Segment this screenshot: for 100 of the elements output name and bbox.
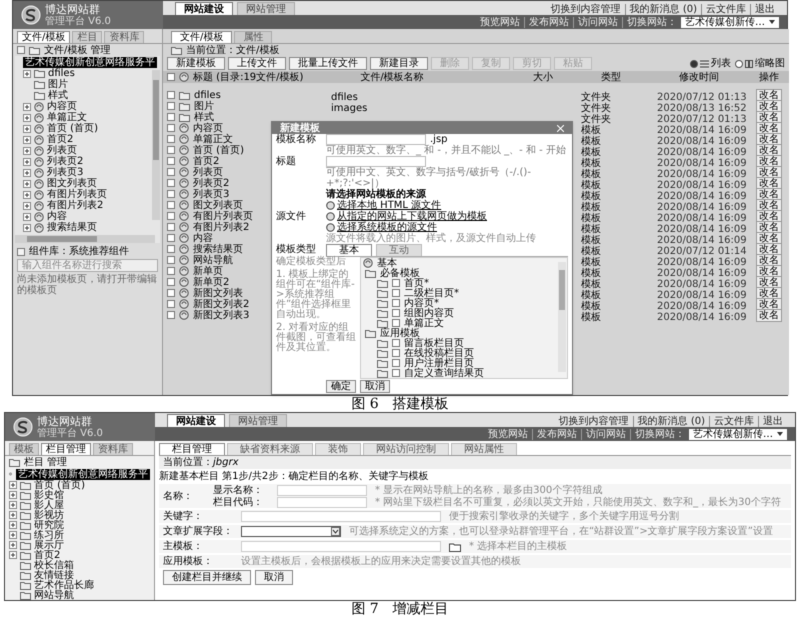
table-cell[interactable]: 图片 (194, 100, 214, 112)
tree-item[interactable]: 研究院 (34, 520, 64, 530)
input-field[interactable] (277, 496, 367, 508)
checkbox[interactable] (167, 212, 175, 220)
input-field[interactable] (326, 134, 426, 145)
sidebar-tab[interactable]: 资料库 (104, 31, 144, 43)
view-option-label[interactable]: 列表 (711, 58, 731, 69)
tree-item[interactable]: 校长信箱 (34, 560, 74, 570)
tree-item[interactable]: 内容页* (404, 298, 439, 308)
expand-icon[interactable] (23, 136, 31, 144)
nav-tab[interactable]: 网站建设 (167, 414, 225, 427)
sidebar-tab[interactable]: 栏目管理 (41, 443, 91, 455)
expand-icon[interactable] (23, 212, 31, 220)
checkbox[interactable] (392, 299, 400, 307)
tree-root[interactable]: 艺术传媒创新创意网络服务平 (23, 56, 157, 68)
expand-icon[interactable] (23, 146, 31, 154)
tree-item[interactable]: 列表页 (47, 145, 77, 156)
checkbox[interactable] (167, 91, 175, 99)
expand-icon[interactable] (23, 114, 31, 122)
checkbox[interactable] (392, 359, 400, 367)
table-cell[interactable]: 搜索结果页 (193, 244, 243, 254)
site-link[interactable]: 访问网站 (573, 16, 622, 28)
expand-icon[interactable] (23, 180, 31, 188)
site-link[interactable]: 发布网站 (532, 428, 581, 440)
input-field[interactable] (241, 511, 441, 522)
table-cell[interactable]: 列表页 (193, 166, 223, 178)
checkbox[interactable] (167, 168, 175, 176)
tree-item[interactable]: 练习所 (34, 530, 64, 540)
tree-item[interactable]: 艺术作品长廊 (34, 580, 94, 590)
main-tab[interactable]: 网站访问控制 (363, 443, 449, 455)
view-option-label[interactable]: 缩略图 (755, 58, 785, 69)
checkbox[interactable] (167, 179, 175, 187)
radio-button[interactable] (690, 60, 698, 68)
tree-item[interactable]: 应用模板 (380, 328, 420, 338)
expand-icon[interactable] (23, 70, 31, 78)
tree-item[interactable]: 首页2 (47, 134, 74, 145)
expand-icon[interactable] (23, 224, 31, 232)
sidebar-tab[interactable]: 栏目 (72, 31, 102, 43)
tree-item[interactable]: 展示厅 (34, 540, 64, 550)
table-cell[interactable]: 样式 (194, 112, 214, 122)
table-cell[interactable]: 有图片列表页 (193, 210, 253, 222)
expand-icon[interactable] (23, 168, 31, 176)
vertical-scrollbar[interactable] (152, 70, 160, 220)
source-link[interactable]: 选择本地 HTML 源文件 (337, 200, 442, 211)
tree-item[interactable]: 影视坊 (34, 510, 64, 520)
expand-icon[interactable] (23, 202, 31, 210)
tree-item[interactable]: 自定义查询结果页 (404, 368, 484, 378)
input-field[interactable] (241, 541, 441, 552)
tree-item[interactable]: 友情链接 (34, 570, 74, 580)
checkbox[interactable] (167, 135, 175, 143)
header-link[interactable]: 切换到内容管理 (554, 416, 633, 427)
main-tab[interactable]: 网站属性 (451, 443, 517, 455)
tree-item[interactable]: 列表页3 (47, 167, 84, 178)
tree-item[interactable]: 单篇正文 (404, 318, 444, 328)
sidebar-tab[interactable]: 模板 (9, 443, 39, 455)
tree-item[interactable]: 列表页2 (47, 156, 84, 167)
expand-icon[interactable] (9, 521, 17, 529)
rename-button[interactable]: 改名 (756, 308, 782, 322)
checkbox[interactable] (392, 339, 400, 347)
source-link[interactable]: 从指定的网站上下载网页做为模板 (337, 211, 487, 222)
expand-icon[interactable] (23, 124, 31, 132)
checkbox[interactable] (167, 245, 175, 253)
header-link[interactable]: 切换到内容管理 (546, 4, 625, 15)
main-tab[interactable]: 属性 (234, 31, 272, 43)
checkbox[interactable] (167, 278, 175, 286)
sidebar-tab[interactable]: 资料库 (93, 443, 133, 455)
nav-tab[interactable]: 网站管理 (237, 2, 295, 15)
checkbox[interactable] (392, 349, 400, 357)
checkbox[interactable] (392, 309, 400, 317)
site-link[interactable]: 预览网站 (484, 428, 532, 440)
tree-item[interactable]: 有图片列表页 (47, 189, 107, 200)
main-tab[interactable]: 装饰 (315, 443, 361, 455)
table-cell[interactable]: 首页 (首页) (193, 144, 244, 156)
checkbox[interactable] (167, 300, 175, 308)
checkbox[interactable] (167, 73, 175, 81)
expand-icon[interactable] (9, 531, 17, 539)
site-link[interactable]: 访问网站 (581, 428, 630, 440)
horizontal-scrollbar[interactable] (15, 235, 155, 243)
nav-tab[interactable]: 网站建设 (175, 2, 233, 15)
main-tab[interactable]: 缺省资料来源 (227, 443, 313, 455)
tree-item[interactable]: 内容页 (47, 101, 77, 112)
expand-icon[interactable] (23, 102, 31, 110)
table-cell[interactable]: 有图片列表2 (193, 222, 250, 232)
input-field[interactable] (277, 484, 367, 496)
expand-icon[interactable] (23, 190, 31, 198)
table-cell[interactable]: 首页2 (193, 156, 220, 166)
tree-item[interactable]: 有图片列表2 (47, 200, 104, 211)
expand-icon[interactable] (23, 158, 31, 166)
component-search-field[interactable]: 输入组件名称进行搜索 (17, 259, 158, 272)
dialog-tab[interactable]: 基本 (326, 244, 372, 256)
tree-item[interactable]: 首页2 (34, 550, 60, 560)
checkbox[interactable] (392, 289, 400, 297)
rename-button[interactable]: 改名 (756, 88, 782, 102)
tree-item[interactable]: 影人屋 (34, 500, 64, 510)
dialog-button[interactable]: 确定 (326, 380, 356, 393)
expand-icon[interactable] (9, 491, 17, 499)
tree-item[interactable]: 在线投稿栏目页 (404, 348, 474, 358)
site-select[interactable]: 艺术传媒创新传… (689, 428, 787, 440)
tree-item[interactable]: 组图内容页 (404, 308, 454, 318)
toolbar-button[interactable]: 新建目录 (370, 57, 428, 70)
